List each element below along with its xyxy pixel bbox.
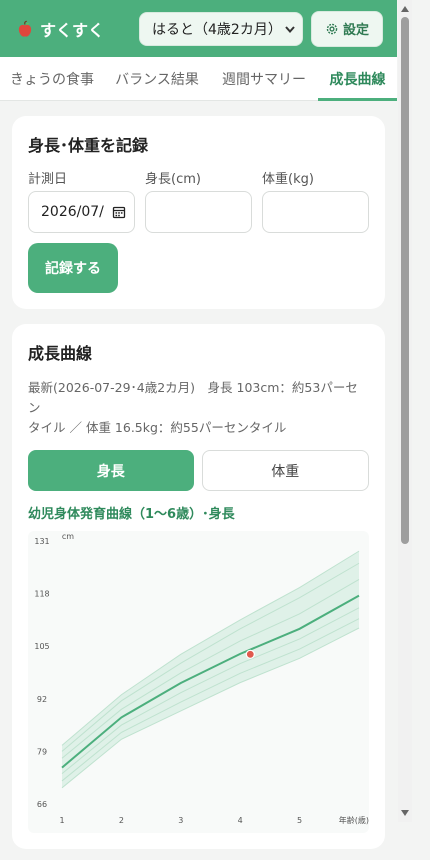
app-name: すくすく [40, 20, 105, 40]
app-logo: すくすく [16, 17, 139, 41]
height-field: 身長(cm) [145, 168, 252, 233]
settings-button[interactable]: 設定 [311, 10, 383, 47]
child-select-value: はると（4歳2カ月） [152, 21, 282, 38]
x-tick-label: 3 [178, 816, 183, 825]
height-input[interactable] [145, 191, 252, 233]
latest-line-1: 最新(2026-07-29･4歳2カ月) 身長 103cm：約53パーセン [28, 380, 358, 415]
latest-measurement: 最新(2026-07-29･4歳2カ月) 身長 103cm：約53パーセン タイ… [28, 378, 369, 438]
tab-label: バランス結果 [115, 71, 199, 88]
toggle-weight-button[interactable]: 体重 [201, 450, 369, 491]
weight-label: 体重(kg) [262, 172, 314, 187]
record-card: 身長･体重を記録 計測日 2026/07/ 身長(cm) 体重(kg) 記録する [12, 116, 385, 309]
growth-card: 成長曲線 最新(2026-07-29･4歳2カ月) 身長 103cm：約53パー… [12, 324, 385, 849]
date-label: 計測日 [28, 172, 68, 187]
tab-balance-result[interactable]: バランス結果 [104, 57, 210, 100]
app-header: すくすく はると（4歳2カ月） 設定 [0, 0, 397, 57]
record-card-title: 身長･体重を記録 [28, 136, 149, 155]
vertical-scrollbar[interactable] [398, 0, 412, 822]
apple-icon [18, 20, 32, 37]
date-value: 2026/07/ [41, 204, 104, 220]
gear-icon [326, 23, 338, 34]
scroll-down-arrow-icon[interactable] [401, 810, 409, 816]
y-tick-label: 66 [37, 800, 47, 809]
settings-label: 設定 [342, 23, 369, 38]
tab-label: 成長曲線 [329, 71, 386, 88]
x-tick-label: 1 [59, 816, 64, 825]
x-tick-label: 2 [119, 816, 124, 825]
y-tick-label: 92 [37, 695, 47, 704]
record-button[interactable]: 記録する [28, 243, 118, 293]
weight-field: 体重(kg) [262, 168, 369, 233]
growth-chart-container: 66 79 92 105 118 131 cm 1 2 3 4 5 年齢(歳) [28, 531, 369, 833]
tab-label: 週間サマリー [222, 71, 306, 88]
chevron-down-icon [285, 25, 295, 33]
calendar-icon[interactable] [112, 205, 126, 219]
measurement-point [245, 649, 255, 659]
chart-heading: 幼児身体発育曲線（1〜6歳）･身長 [28, 507, 235, 522]
latest-line-2: タイル ／ 体重 16.5kg：約55パーセンタイル [28, 420, 287, 435]
y-tick-label: 131 [34, 537, 49, 546]
child-select[interactable]: はると（4歳2カ月） [139, 11, 303, 46]
app: すくすく はると（4歳2カ月） 設定 きょうの食事 バランス結果 週間サマリー … [0, 0, 397, 860]
tab-today-meal[interactable]: きょうの食事 [0, 57, 104, 100]
y-axis-unit-label: cm [62, 532, 74, 541]
scrollbar-thumb[interactable] [401, 17, 409, 544]
y-tick-label: 105 [34, 642, 49, 651]
record-form-row: 計測日 2026/07/ 身長(cm) 体重(kg) [28, 168, 369, 233]
toggle-height-button[interactable]: 身長 [28, 450, 194, 491]
x-axis-title: 年齢(歳) [339, 815, 369, 825]
date-field: 計測日 2026/07/ [28, 168, 135, 233]
growth-chart: 66 79 92 105 118 131 cm 1 2 3 4 5 年齢(歳) [34, 532, 369, 825]
x-tick-label: 4 [238, 816, 243, 825]
tab-bar: きょうの食事 バランス結果 週間サマリー 成長曲線 [0, 57, 397, 101]
x-tick-label: 5 [297, 816, 302, 825]
growth-card-title: 成長曲線 [28, 344, 93, 363]
weight-input[interactable] [262, 191, 369, 233]
height-label: 身長(cm) [145, 172, 201, 187]
y-tick-label: 79 [37, 747, 47, 756]
tab-weekly-summary[interactable]: 週間サマリー [210, 57, 318, 100]
date-input[interactable]: 2026/07/ [28, 191, 135, 233]
tab-growth-curve[interactable]: 成長曲線 [318, 57, 397, 101]
metric-toggle: 身長 体重 [28, 450, 369, 491]
y-tick-label: 118 [34, 590, 49, 599]
tab-label: きょうの食事 [10, 71, 94, 88]
scroll-up-arrow-icon[interactable] [401, 6, 409, 12]
